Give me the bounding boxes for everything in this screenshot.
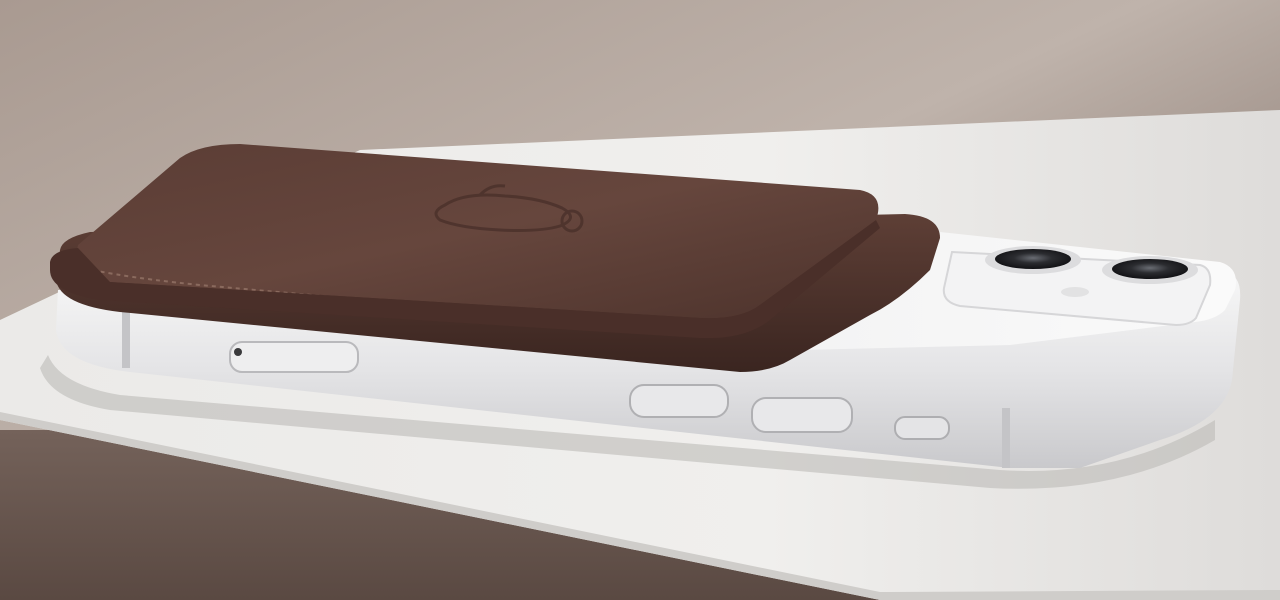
camera-lens-2 bbox=[1112, 259, 1188, 279]
volume-down-button bbox=[751, 397, 853, 433]
sim-eject-hole bbox=[234, 348, 242, 356]
volume-up-button bbox=[629, 384, 729, 418]
sim-tray bbox=[229, 341, 359, 373]
flash bbox=[1061, 287, 1089, 297]
photo-scene bbox=[0, 0, 1280, 600]
antenna-line-right bbox=[1002, 408, 1010, 468]
photo-illustration bbox=[0, 0, 1280, 600]
camera-lens-1 bbox=[995, 249, 1071, 269]
mute-switch bbox=[894, 416, 950, 440]
antenna-line-left bbox=[122, 306, 130, 368]
